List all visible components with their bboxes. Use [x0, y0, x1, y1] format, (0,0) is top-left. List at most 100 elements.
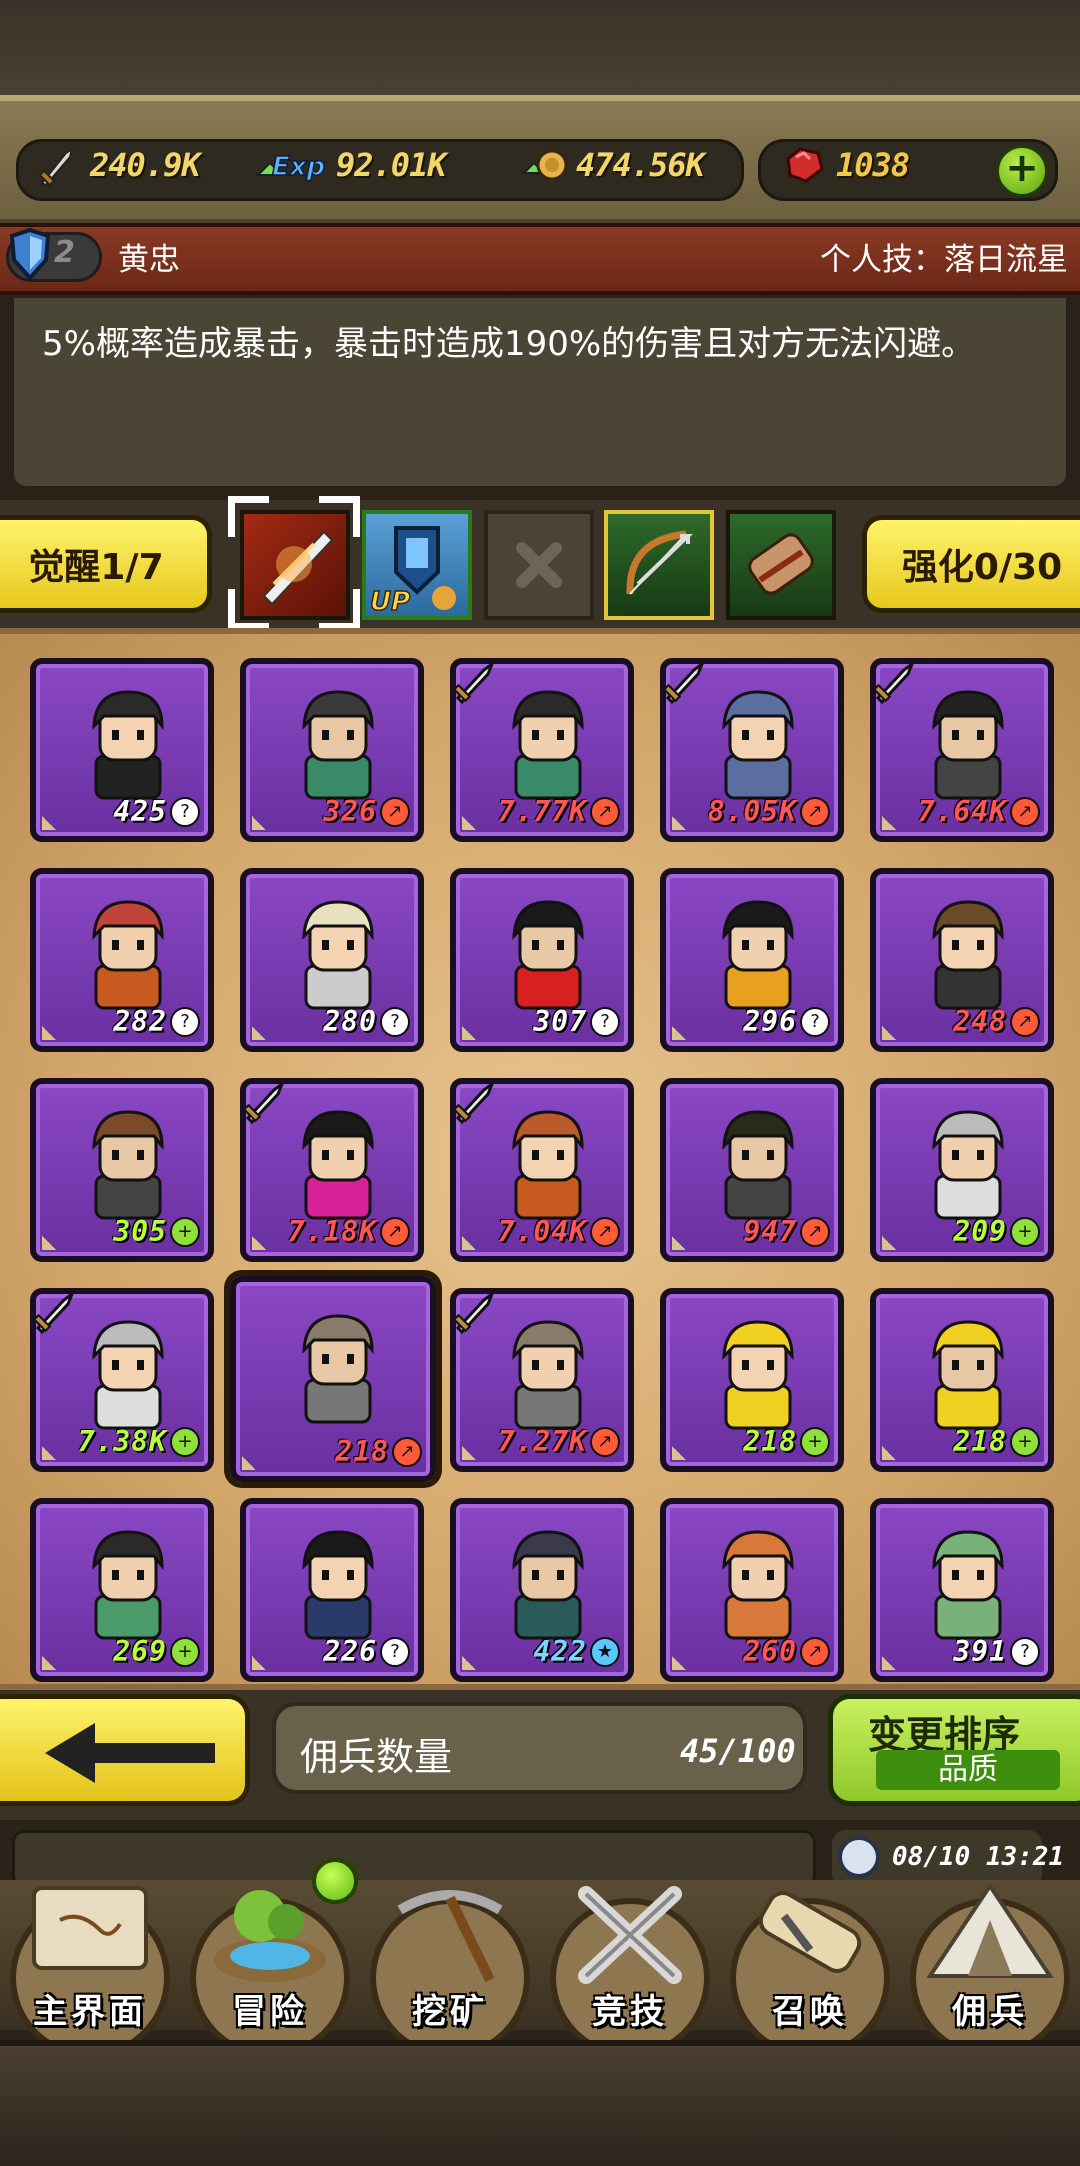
level-row: 296?: [743, 1005, 830, 1038]
sort-mode: 品质: [876, 1750, 1060, 1790]
arrow-left-icon: [45, 1723, 215, 1783]
skill-slot-locked[interactable]: [484, 510, 594, 620]
mercenary-card[interactable]: 425?: [30, 658, 214, 842]
skill-slot-scroll[interactable]: [726, 510, 836, 620]
card-corner: [462, 1026, 476, 1040]
nav-arena-label: 竞技: [592, 1992, 668, 2032]
nav-summon-label: 召唤: [772, 1992, 848, 2032]
mercenary-count-value: 45/100: [680, 1732, 796, 1770]
card-corner: [42, 816, 56, 830]
mercenary-level: 218: [953, 1425, 1007, 1458]
level-status-icon: ↗: [1010, 1006, 1040, 1037]
nav-adventure-label: 冒险: [232, 1992, 308, 2032]
mercenary-level: 425: [113, 795, 167, 828]
level-row: 269 +: [113, 1635, 200, 1668]
mercenary-portrait: [302, 1530, 374, 1640]
mercenary-card[interactable]: 269 +: [30, 1498, 214, 1682]
level-row: 7.38K +: [78, 1425, 200, 1458]
mercenary-portrait: [512, 900, 584, 1010]
mercenary-card[interactable]: 8.05K ↗: [660, 658, 844, 842]
mercenary-card[interactable]: 260 ↗: [660, 1498, 844, 1682]
level-row: 947 ↗: [743, 1215, 830, 1248]
mercenary-card[interactable]: 7.04K ↗: [450, 1078, 634, 1262]
mercenary-level: 7.04K: [497, 1215, 587, 1248]
awaken-label: 觉醒1/7: [28, 547, 164, 588]
level-status-icon: ★: [590, 1636, 620, 1667]
mercenary-card[interactable]: 218 ↗: [230, 1276, 436, 1482]
notification-dot: [312, 1858, 358, 1904]
mercenary-level: 7.64K: [917, 795, 1007, 828]
mercenary-count-label: 佣兵数量: [300, 1735, 453, 1779]
card-corner: [462, 1656, 476, 1670]
level-status-icon: ↗: [1010, 796, 1040, 827]
mercenary-card[interactable]: 209 +: [870, 1078, 1054, 1262]
mercenary-portrait: [302, 690, 374, 800]
level-row: 7.77K ↗: [498, 795, 620, 828]
nav-summon[interactable]: 召唤: [720, 1880, 900, 2058]
mercenary-level: 7.18K: [287, 1215, 377, 1248]
skill-slot-defense-up[interactable]: UP: [362, 510, 472, 620]
level-row: 7.64K ↗: [918, 795, 1040, 828]
skill-slot-bow[interactable]: [604, 510, 714, 620]
mercenary-card[interactable]: 947 ↗: [660, 1078, 844, 1262]
equipped-sword-icon: [452, 659, 496, 705]
mercenary-card[interactable]: 7.64K ↗: [870, 658, 1054, 842]
mercenary-card[interactable]: 226?: [240, 1498, 424, 1682]
mercenary-card[interactable]: 280?: [240, 868, 424, 1052]
exp-icon: Exp: [254, 145, 326, 185]
card-corner: [882, 1656, 896, 1670]
level-status-icon: ↗: [590, 796, 620, 827]
level-status-icon: ?: [800, 1006, 830, 1037]
mercenary-card[interactable]: 296?: [660, 868, 844, 1052]
nav-main[interactable]: 主界面: [0, 1880, 180, 2058]
level-status-icon: ↗: [392, 1436, 422, 1467]
clock-icon: [838, 1836, 880, 1878]
mercenary-card[interactable]: 7.77K ↗: [450, 658, 634, 842]
summon-scroll-icon: [758, 1891, 862, 1973]
nav-mercenary[interactable]: 佣兵: [900, 1880, 1080, 2058]
card-corner: [252, 1656, 266, 1670]
mercenary-card[interactable]: 7.18K ↗: [240, 1078, 424, 1262]
nav-mining-label: 挖矿: [412, 1992, 488, 2032]
level-row: 7.18K ↗: [288, 1215, 410, 1248]
level-row: 7.27K ↗: [498, 1425, 620, 1458]
mercenary-card[interactable]: 218 +: [660, 1288, 844, 1472]
personal-skill-label: 个人技：落日流星: [820, 242, 1068, 278]
power-value: 240.9K: [90, 146, 201, 184]
nav-mining[interactable]: 挖矿: [360, 1880, 540, 2058]
mercenary-portrait: [92, 900, 164, 1010]
ruby-icon: [782, 145, 826, 185]
level-row: 248 ↗: [953, 1005, 1040, 1038]
add-gem-button[interactable]: +: [996, 145, 1048, 197]
svg-text:Exp: Exp: [272, 152, 325, 182]
scroll-icon: [748, 533, 814, 595]
mercenary-card[interactable]: 7.27K ↗: [450, 1288, 634, 1472]
mercenary-level: 305: [113, 1215, 167, 1248]
back-button[interactable]: [0, 1694, 250, 1806]
mercenary-card[interactable]: 218 +: [870, 1288, 1054, 1472]
nav-adventure[interactable]: 冒险: [180, 1880, 360, 2058]
mercenary-card[interactable]: 305 +: [30, 1078, 214, 1262]
mercenary-level: 218: [335, 1435, 389, 1468]
level-row: 422 ★: [533, 1635, 620, 1668]
mercenary-card[interactable]: 326 ↗: [240, 658, 424, 842]
awaken-button[interactable]: 觉醒1/7: [0, 515, 212, 613]
mercenary-card[interactable]: 282?: [30, 868, 214, 1052]
mercenary-card[interactable]: 307?: [450, 868, 634, 1052]
card-corner: [882, 816, 896, 830]
card-corner: [252, 1236, 266, 1250]
mercenary-card[interactable]: 248 ↗: [870, 868, 1054, 1052]
card-corner: [672, 816, 686, 830]
nav-arena[interactable]: 竞技: [540, 1880, 720, 2058]
card-corner: [882, 1026, 896, 1040]
card-corner: [462, 816, 476, 830]
level-row: 226?: [323, 1635, 410, 1668]
mercenary-level: 8.05K: [707, 795, 797, 828]
mercenary-card[interactable]: 391?: [870, 1498, 1054, 1682]
mercenary-card[interactable]: 422 ★: [450, 1498, 634, 1682]
level-status-icon: ?: [590, 1006, 620, 1037]
upgrade-button[interactable]: 强化0/30: [862, 515, 1080, 613]
mercenary-card[interactable]: 7.38K +: [30, 1288, 214, 1472]
equipped-sword-icon: [32, 1289, 76, 1335]
mercenary-level: 307: [533, 1005, 587, 1038]
